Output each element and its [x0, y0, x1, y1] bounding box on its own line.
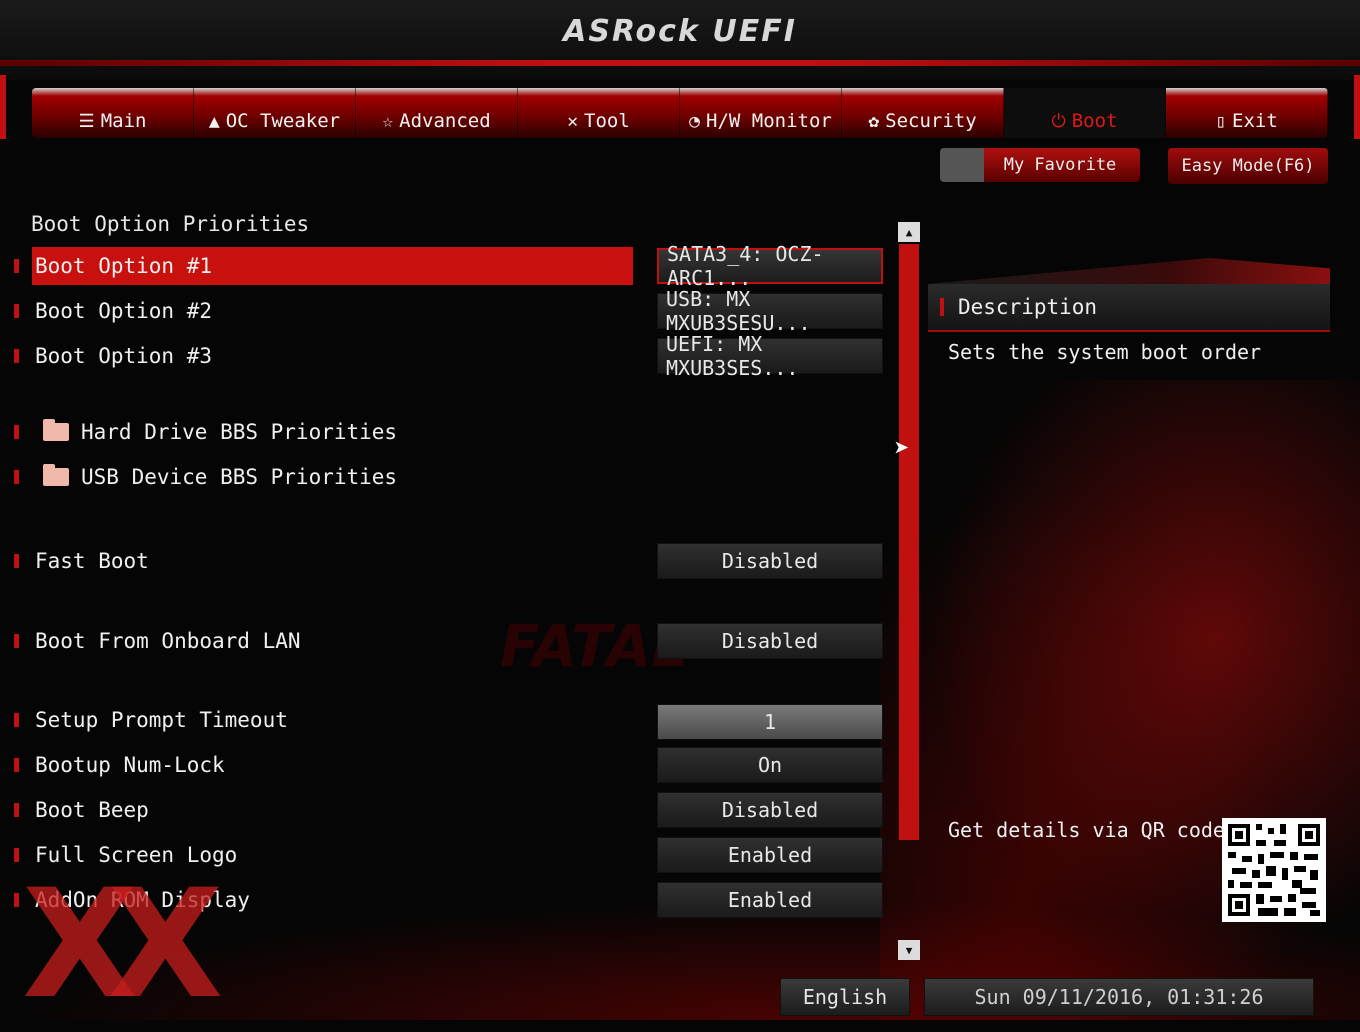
- language-selector[interactable]: English: [780, 978, 910, 1016]
- boot-beep-value[interactable]: Disabled: [657, 792, 883, 828]
- full-screen-logo-value[interactable]: Enabled: [657, 837, 883, 873]
- folder-icon: [43, 464, 69, 486]
- star-icon: ☆: [382, 111, 394, 132]
- tab-advanced[interactable]: ☆ Advanced: [356, 88, 518, 138]
- exit-icon: ▯: [1215, 111, 1227, 132]
- tools-icon: ✕: [567, 111, 579, 132]
- setting-boot-option-3[interactable]: Boot Option #3: [14, 337, 634, 375]
- datetime-display: Sun 09/11/2016, 01:31:26: [924, 978, 1314, 1016]
- setting-bootup-num-lock[interactable]: Bootup Num-Lock: [14, 746, 634, 784]
- setting-setup-prompt-timeout[interactable]: Setup Prompt Timeout: [14, 701, 634, 739]
- scroll-down-button[interactable]: ▼: [898, 940, 920, 960]
- setting-fast-boot[interactable]: Fast Boot: [14, 542, 634, 580]
- submenu-hard-drive-bbs[interactable]: Hard Drive BBS Priorities: [14, 413, 634, 451]
- app-logo: ASRock UEFI: [563, 14, 797, 49]
- header: ASRock UEFI: [0, 0, 1360, 80]
- rocket-icon: ▲: [208, 111, 220, 132]
- list-icon: ☰: [78, 111, 95, 132]
- tab-hw-monitor[interactable]: ◔ H/W Monitor: [680, 88, 842, 138]
- tab-exit[interactable]: ▯ Exit: [1166, 88, 1328, 138]
- bootup-num-lock-value[interactable]: On: [657, 747, 883, 783]
- setting-boot-beep[interactable]: Boot Beep: [14, 791, 634, 829]
- description-text: Sets the system boot order: [948, 340, 1262, 364]
- easy-mode-button[interactable]: Easy Mode(F6): [1168, 148, 1328, 184]
- setting-boot-from-lan[interactable]: Boot From Onboard LAN: [14, 622, 634, 660]
- setting-boot-option-1[interactable]: Boot Option #1: [14, 247, 634, 285]
- tab-boot[interactable]: ⏻ Boot: [1004, 88, 1166, 138]
- boot-option-2-value[interactable]: USB: MX MXUB3SESU...: [657, 287, 883, 335]
- boot-option-3-value[interactable]: UEFI: MX MXUB3SES...: [657, 332, 883, 380]
- scrollbar-thumb[interactable]: [899, 244, 919, 840]
- tab-tool[interactable]: ✕ Tool: [518, 88, 680, 138]
- section-title: Boot Option Priorities: [31, 212, 310, 236]
- site-watermark-logo: XX: [22, 858, 223, 1032]
- qr-label: Get details via QR code: [948, 818, 1225, 842]
- power-icon: ⏻: [1051, 111, 1066, 132]
- tab-bar: ☰ Main ▲ OC Tweaker ☆ Advanced ✕ Tool ◔ H/W M…: [32, 88, 1328, 138]
- mouse-cursor-icon: ➤: [894, 434, 910, 464]
- scroll-up-button[interactable]: ▲: [898, 222, 920, 242]
- submenu-usb-device-bbs[interactable]: USB Device BBS Priorities: [14, 458, 634, 496]
- tab-main[interactable]: ☰ Main: [32, 88, 194, 138]
- monitor-icon: ◔: [689, 111, 700, 132]
- folder-icon: [43, 419, 69, 441]
- tab-security[interactable]: ✿ Security: [842, 88, 1004, 138]
- my-favorite-button[interactable]: My Favorite: [940, 148, 1140, 182]
- boot-option-1-value[interactable]: SATA3_4: OCZ-ARC1...: [657, 242, 883, 290]
- description-heading: Description: [928, 284, 1330, 332]
- qr-code: [1222, 818, 1326, 922]
- addon-rom-display-value[interactable]: Enabled: [657, 882, 883, 918]
- setting-boot-option-2[interactable]: Boot Option #2: [14, 292, 634, 330]
- tab-oc-tweaker[interactable]: ▲ OC Tweaker: [194, 88, 356, 138]
- boot-from-lan-value[interactable]: Disabled: [657, 623, 883, 659]
- shield-icon: ✿: [868, 111, 880, 132]
- setup-prompt-timeout-input[interactable]: 1: [657, 704, 883, 740]
- fast-boot-value[interactable]: Disabled: [657, 543, 883, 579]
